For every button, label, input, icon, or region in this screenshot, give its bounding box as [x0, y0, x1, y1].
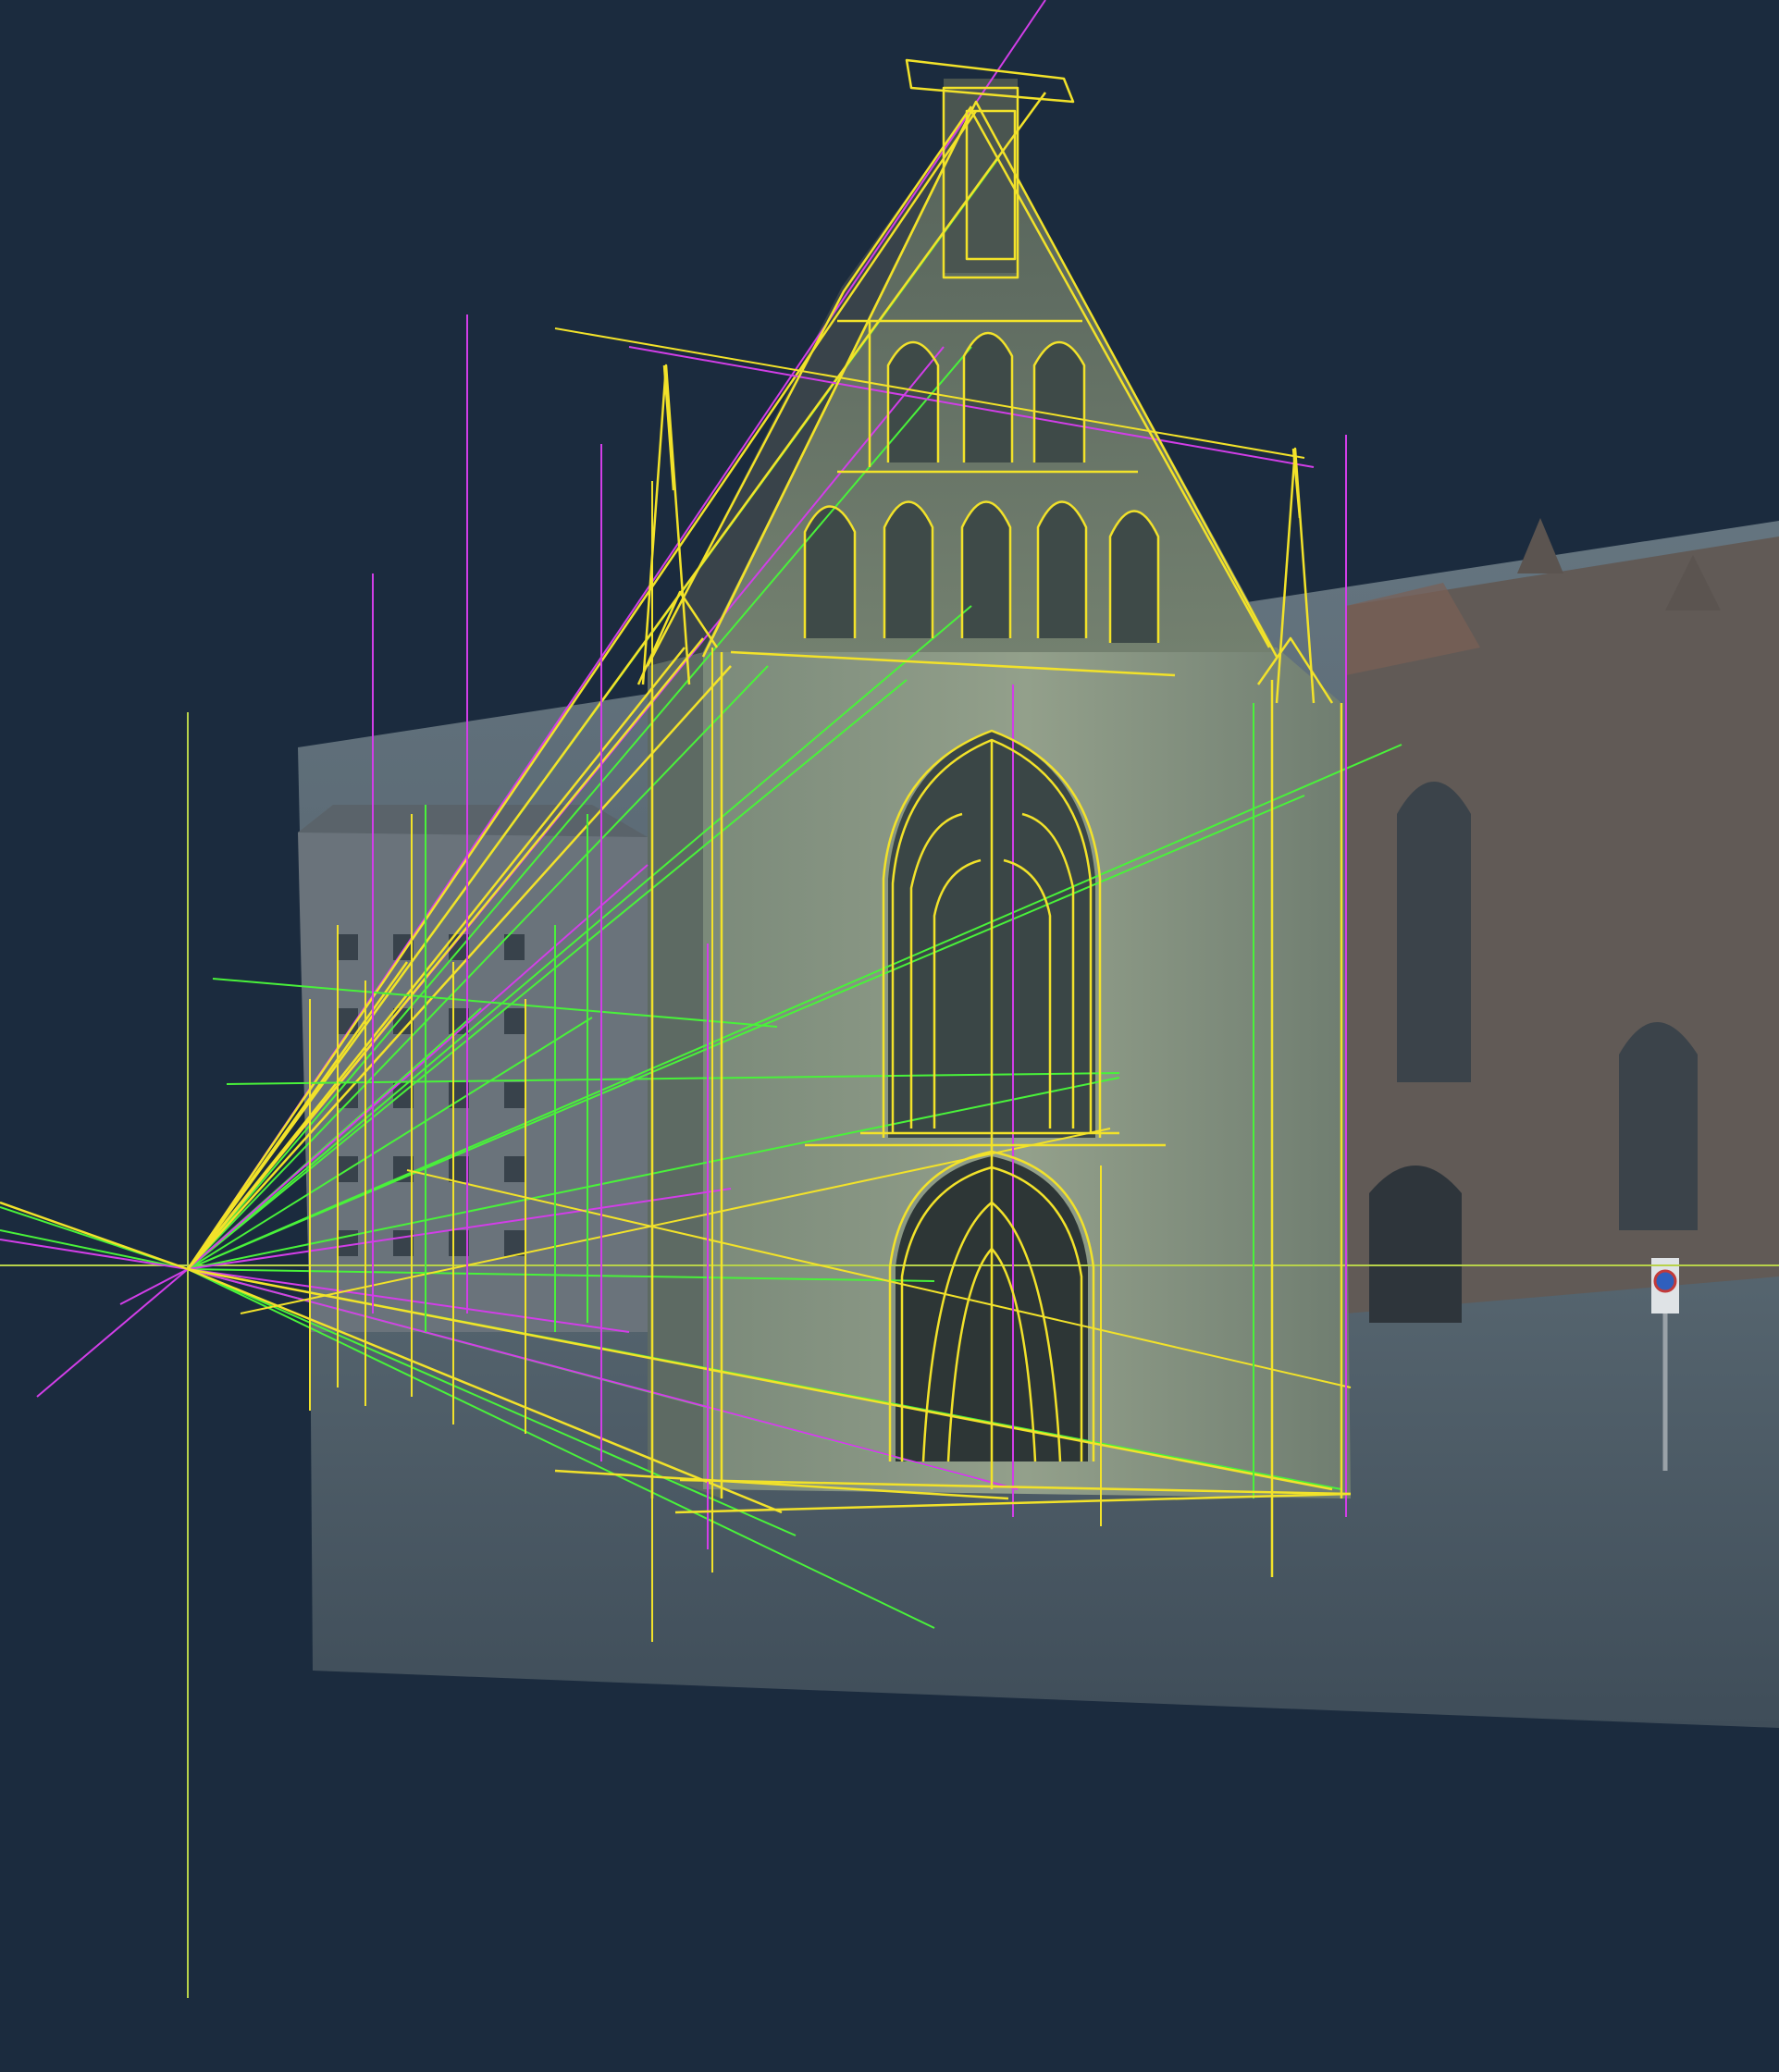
vanishing-ray-magenta: [36, 1268, 189, 1398]
perspective-drawing: [0, 0, 1779, 1998]
vanishing-ray-magenta: [119, 1268, 189, 1305]
cathedral-backdrop: [1346, 518, 1779, 1323]
chapel-facade: [648, 79, 1351, 1498]
perspective-study-canvas: [0, 0, 1779, 2072]
